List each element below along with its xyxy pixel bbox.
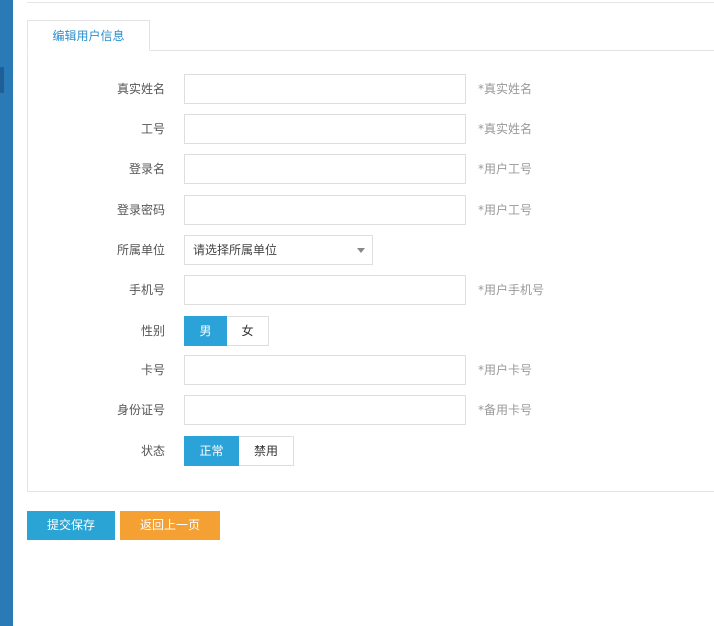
login-password-label: 登录密码 bbox=[116, 203, 165, 217]
unit-select[interactable]: 请选择所属单位 bbox=[184, 235, 373, 265]
status-option-disabled[interactable]: 禁用 bbox=[239, 436, 294, 466]
submit-save-button[interactable]: 提交保存 bbox=[27, 511, 115, 540]
unit-select-value: 请选择所属单位 bbox=[193, 243, 278, 257]
login-name-label: 登录名 bbox=[128, 162, 165, 176]
real-name-label: 真实姓名 bbox=[116, 82, 165, 96]
real-name-input[interactable] bbox=[184, 74, 466, 104]
sidebar-edge bbox=[0, 0, 13, 626]
login-name-input[interactable] bbox=[184, 154, 466, 184]
employee-no-label: 工号 bbox=[140, 122, 165, 136]
status-toggle: 正常 禁用 bbox=[184, 436, 294, 466]
chevron-down-icon bbox=[357, 248, 365, 253]
gender-option-female[interactable]: 女 bbox=[227, 316, 269, 346]
sidebar-active-indicator bbox=[0, 67, 4, 93]
gender-label: 性别 bbox=[140, 324, 165, 338]
phone-label: 手机号 bbox=[128, 283, 165, 297]
login-password-hint: *用户工号 bbox=[478, 203, 533, 217]
card-no-label: 卡号 bbox=[140, 363, 165, 377]
gender-option-male[interactable]: 男 bbox=[184, 316, 227, 346]
id-no-label: 身份证号 bbox=[116, 403, 165, 417]
employee-no-hint: *真实姓名 bbox=[478, 122, 533, 136]
real-name-hint: *真实姓名 bbox=[478, 82, 533, 96]
gender-toggle: 男 女 bbox=[184, 316, 269, 346]
status-label: 状态 bbox=[140, 444, 165, 458]
login-password-input[interactable] bbox=[184, 195, 466, 225]
phone-hint: *用户手机号 bbox=[478, 283, 545, 297]
unit-label: 所属单位 bbox=[116, 243, 165, 257]
tab-edit-user[interactable]: 编辑用户信息 bbox=[27, 20, 150, 51]
id-no-input[interactable] bbox=[184, 395, 466, 425]
header-divider bbox=[27, 0, 714, 3]
employee-no-input[interactable] bbox=[184, 114, 466, 144]
back-button[interactable]: 返回上一页 bbox=[120, 511, 220, 540]
card-no-input[interactable] bbox=[184, 355, 466, 385]
id-no-hint: *备用卡号 bbox=[478, 403, 533, 417]
card-no-hint: *用户卡号 bbox=[478, 363, 533, 377]
login-name-hint: *用户工号 bbox=[478, 162, 533, 176]
phone-input[interactable] bbox=[184, 275, 466, 305]
status-option-normal[interactable]: 正常 bbox=[184, 436, 239, 466]
